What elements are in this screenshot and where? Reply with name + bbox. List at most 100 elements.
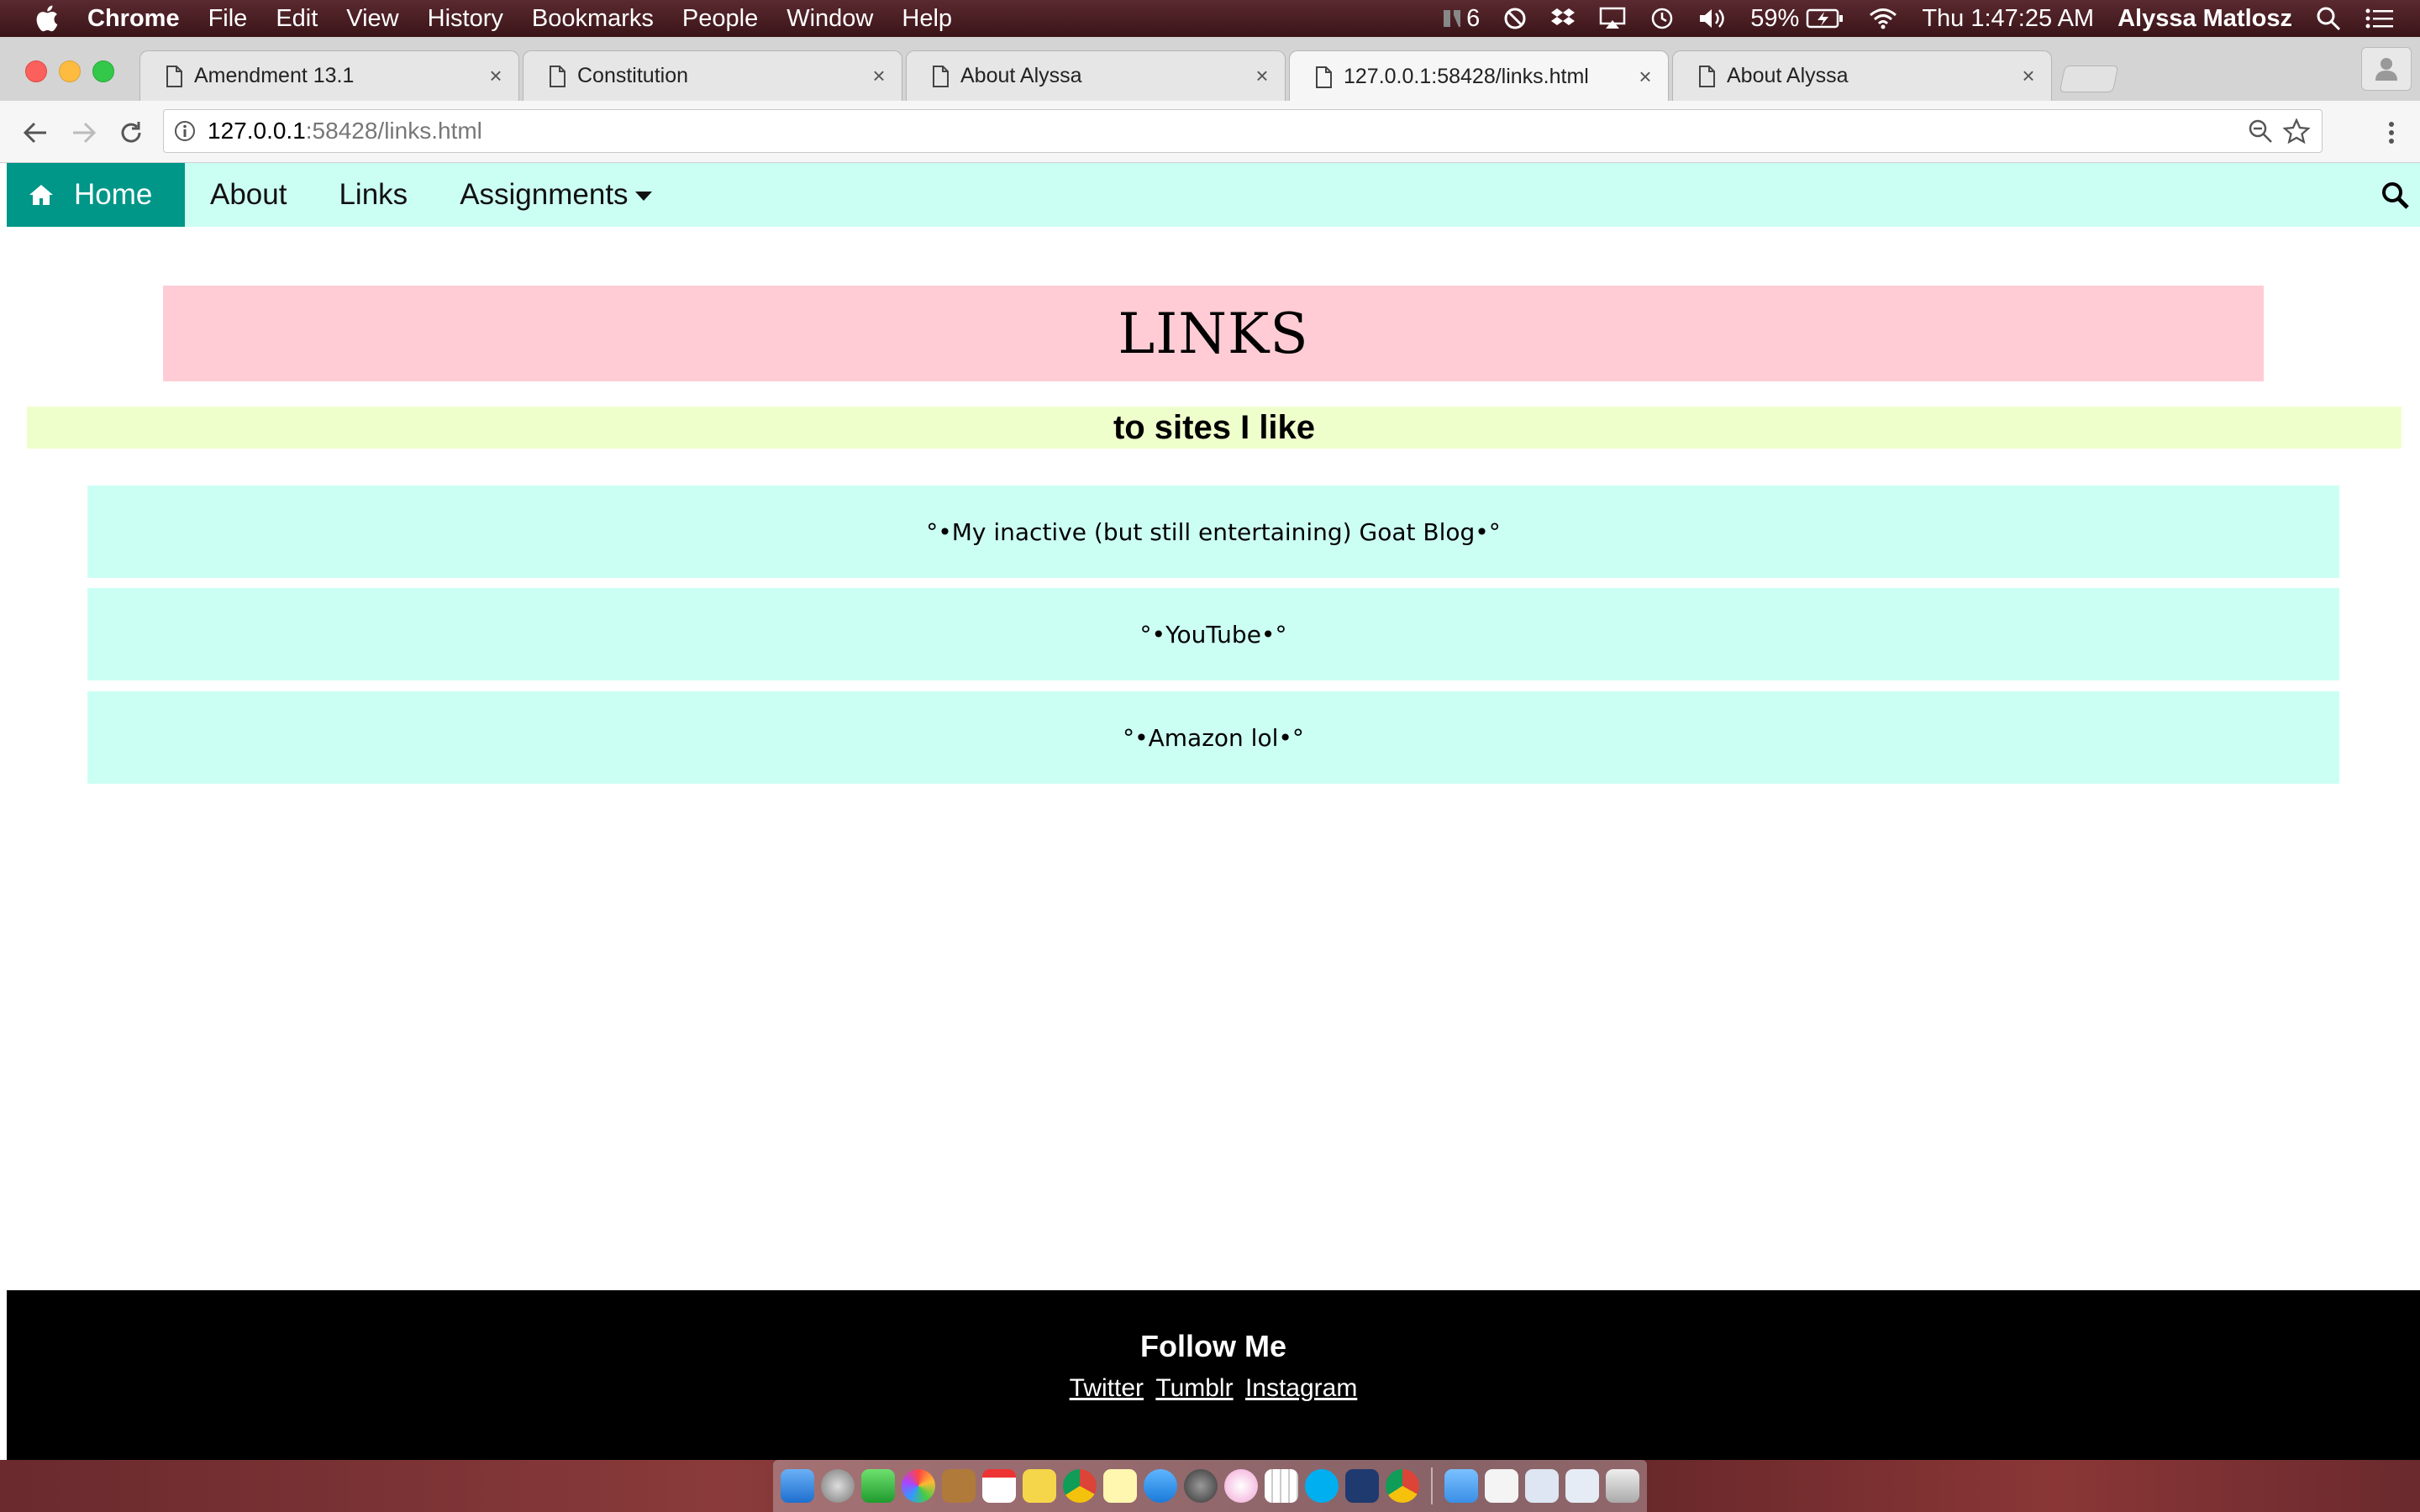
battery-charging-icon (1807, 8, 1844, 29)
browser-window: Amendment 13.1 × Constitution × About Al… (0, 37, 2420, 1460)
system-preferences-icon[interactable] (1184, 1469, 1218, 1503)
screenshot-stack-icon[interactable] (1565, 1469, 1599, 1503)
person-icon (2375, 58, 2397, 81)
chrome-canary-icon[interactable] (1386, 1469, 1419, 1503)
new-tab-button[interactable] (2059, 66, 2119, 92)
notification-center-icon[interactable] (2365, 7, 2395, 30)
wifi-icon[interactable] (1868, 7, 1898, 30)
webpage: Home About Links Assignments LINKS to si… (7, 163, 2420, 1460)
tab-title: 127.0.0.1:58428/links.html (1344, 65, 1589, 88)
chrome-dock-icon[interactable] (1063, 1469, 1097, 1503)
macos-dock (773, 1460, 1647, 1512)
forward-button[interactable] (67, 116, 101, 150)
time-machine-icon[interactable] (1649, 6, 1675, 31)
nav-home-link[interactable]: Home (7, 163, 185, 227)
footer-link-twitter[interactable]: Twitter (1070, 1374, 1144, 1402)
back-button[interactable] (18, 116, 52, 150)
do-not-disturb-icon[interactable] (1503, 7, 1527, 30)
nav-about-link[interactable]: About (208, 178, 288, 212)
tab-title: Amendment 13.1 (194, 64, 355, 87)
zoom-out-icon[interactable] (2248, 118, 2273, 144)
menu-help[interactable]: Help (902, 5, 952, 33)
menu-file[interactable]: File (208, 5, 248, 33)
bookmark-star-icon[interactable] (2283, 118, 2310, 144)
finder-icon[interactable] (781, 1469, 814, 1503)
photos-icon[interactable] (902, 1469, 935, 1503)
airplay-icon[interactable] (1599, 7, 1626, 30)
user-name[interactable]: Alyssa Matlosz (2118, 5, 2292, 33)
adobe-status-item[interactable]: 6 (1443, 5, 1480, 33)
menu-history[interactable]: History (428, 5, 503, 33)
macos-menubar: Chrome File Edit View History Bookmarks … (0, 0, 2420, 37)
notes-icon[interactable] (1023, 1469, 1056, 1503)
profile-button[interactable] (2361, 47, 2412, 91)
reload-button[interactable] (114, 116, 148, 150)
volume-icon[interactable] (1698, 7, 1727, 30)
calendar-icon[interactable] (982, 1469, 1016, 1503)
folder-icon[interactable] (1444, 1469, 1478, 1503)
contacts-icon[interactable] (942, 1469, 976, 1503)
link-youtube[interactable]: °•YouTube•° (87, 588, 2339, 680)
stickies-icon[interactable] (1103, 1469, 1137, 1503)
home-icon (29, 185, 53, 205)
info-icon[interactable] (174, 120, 196, 142)
itunes-icon[interactable] (1224, 1469, 1258, 1503)
zoom-window-button[interactable] (92, 60, 114, 82)
url-host: 127.0.0.1 (208, 118, 306, 144)
skype-icon[interactable] (1305, 1469, 1339, 1503)
footer-link-instagram[interactable]: Instagram (1245, 1374, 1357, 1402)
tab-title: About Alyssa (1727, 64, 1849, 87)
app-icon[interactable] (1345, 1469, 1379, 1503)
document-icon[interactable] (1485, 1469, 1518, 1503)
link-amazon[interactable]: °•Amazon lol•° (87, 691, 2339, 784)
adobe-icon (1444, 10, 1461, 27)
menu-view[interactable]: View (346, 5, 398, 33)
tab-close-icon[interactable]: × (865, 63, 893, 89)
address-bar[interactable]: 127.0.0.1:58428/links.html (163, 109, 2323, 153)
chrome-menu-button[interactable] (2375, 116, 2408, 150)
menu-edit[interactable]: Edit (276, 5, 318, 33)
calculator-icon[interactable] (1265, 1469, 1298, 1503)
page-icon (166, 65, 182, 87)
battery-status[interactable]: 59% (1750, 5, 1844, 33)
facetime-icon[interactable] (861, 1469, 895, 1503)
caret-down-icon (634, 192, 652, 202)
minimize-window-button[interactable] (59, 60, 81, 82)
nav-links-link[interactable]: Links (337, 178, 409, 212)
close-window-button[interactable] (25, 60, 47, 82)
nav-assignments-dropdown[interactable]: Assignments (458, 178, 653, 212)
apple-menu-icon[interactable] (34, 4, 59, 33)
menu-app-name[interactable]: Chrome (87, 5, 180, 33)
spotlight-search-icon[interactable] (2316, 6, 2341, 31)
dropbox-icon[interactable] (1550, 7, 1576, 30)
tab-close-icon[interactable]: × (1631, 64, 1660, 90)
tab-links-active[interactable]: 127.0.0.1:58428/links.html × (1289, 50, 1669, 102)
reload-icon (121, 122, 141, 143)
menu-people[interactable]: People (682, 5, 758, 33)
tab-close-icon[interactable]: × (2014, 63, 2043, 89)
footer-link-tumblr[interactable]: Tumblr (1155, 1374, 1233, 1402)
messages-icon[interactable] (1144, 1469, 1177, 1503)
back-arrow-icon (23, 122, 46, 144)
tab-amendment[interactable]: Amendment 13.1 × (139, 50, 519, 101)
downloads-stack-icon[interactable] (1525, 1469, 1559, 1503)
site-footer: Follow Me Twitter Tumblr Instagram (7, 1290, 2420, 1460)
menu-window[interactable]: Window (786, 5, 873, 33)
clock[interactable]: Thu 1:47:25 AM (1922, 5, 2094, 33)
tab-close-icon[interactable]: × (481, 63, 510, 89)
launchpad-icon[interactable] (821, 1469, 855, 1503)
page-icon (550, 65, 566, 87)
more-vertical-icon (2389, 122, 2394, 144)
page-icon (933, 65, 949, 87)
tab-close-icon[interactable]: × (1248, 63, 1276, 89)
search-icon[interactable] (2381, 181, 2410, 210)
browser-toolbar: 127.0.0.1:58428/links.html (0, 101, 2420, 163)
menu-bookmarks[interactable]: Bookmarks (532, 5, 654, 33)
nav-home-label: Home (74, 178, 153, 211)
link-goat-blog[interactable]: °•My inactive (but still entertaining) G… (87, 486, 2339, 578)
trash-icon[interactable] (1606, 1469, 1639, 1503)
footer-title: Follow Me (1140, 1329, 1286, 1363)
tab-about-alyssa-2[interactable]: About Alyssa × (1672, 50, 2052, 101)
tab-about-alyssa[interactable]: About Alyssa × (906, 50, 1286, 101)
tab-constitution[interactable]: Constitution × (523, 50, 902, 101)
